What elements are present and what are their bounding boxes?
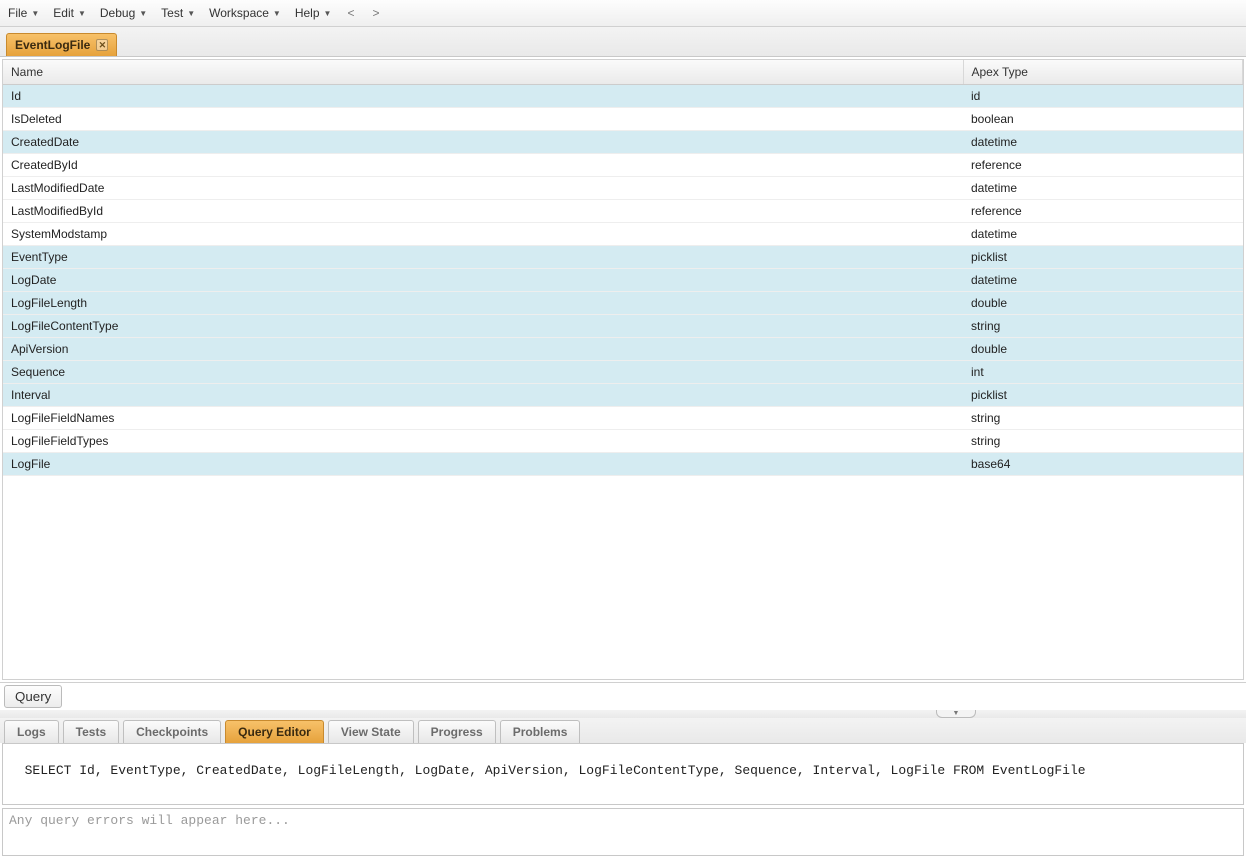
cell-name: Sequence: [3, 361, 963, 384]
chevron-down-icon: ▼: [78, 9, 86, 18]
chevron-down-icon: ▼: [324, 9, 332, 18]
menu-label: Debug: [100, 6, 135, 20]
table-row[interactable]: LogFilebase64: [3, 453, 1243, 476]
tab-tests[interactable]: Tests: [63, 720, 119, 743]
table-row[interactable]: LastModifiedByIdreference: [3, 200, 1243, 223]
menu-label: Workspace: [209, 6, 269, 20]
menu-workspace[interactable]: Workspace ▼: [209, 6, 281, 20]
cell-type: datetime: [963, 223, 1243, 246]
cell-type: id: [963, 85, 1243, 108]
tab-checkpoints[interactable]: Checkpoints: [123, 720, 221, 743]
table-row[interactable]: CreatedDatedatetime: [3, 131, 1243, 154]
cell-name: LogFile: [3, 453, 963, 476]
query-button-row: Query: [0, 682, 1246, 710]
menu-help[interactable]: Help ▼: [295, 6, 332, 20]
query-errors-panel: Any query errors will appear here...: [2, 808, 1244, 856]
cell-name: LogFileFieldTypes: [3, 430, 963, 453]
cell-type: reference: [963, 200, 1243, 223]
table-row[interactable]: LogFileLengthdouble: [3, 292, 1243, 315]
table-row[interactable]: ApiVersiondouble: [3, 338, 1243, 361]
tab-progress[interactable]: Progress: [418, 720, 496, 743]
chevron-down-icon: ▼: [31, 9, 39, 18]
close-icon[interactable]: ✕: [96, 39, 108, 51]
bottom-tabbar: LogsTestsCheckpointsQuery EditorView Sta…: [0, 718, 1246, 743]
menu-label: Help: [295, 6, 320, 20]
cell-type: reference: [963, 154, 1243, 177]
query-editor-textarea[interactable]: SELECT Id, EventType, CreatedDate, LogFi…: [2, 743, 1244, 805]
cell-name: IsDeleted: [3, 108, 963, 131]
nav-forward-button[interactable]: >: [370, 6, 381, 20]
table-row[interactable]: Idid: [3, 85, 1243, 108]
cell-name: CreatedById: [3, 154, 963, 177]
tab-query-editor[interactable]: Query Editor: [225, 720, 324, 743]
table-row[interactable]: LogFileContentTypestring: [3, 315, 1243, 338]
cell-type: datetime: [963, 269, 1243, 292]
cell-type: datetime: [963, 177, 1243, 200]
table-wrap: Name Apex Type IdidIsDeletedbooleanCreat…: [2, 59, 1244, 680]
cell-type: base64: [963, 453, 1243, 476]
cell-name: SystemModstamp: [3, 223, 963, 246]
nav-back-button[interactable]: <: [345, 6, 356, 20]
cell-name: EventType: [3, 246, 963, 269]
tab-view-state[interactable]: View State: [328, 720, 414, 743]
cell-type: string: [963, 407, 1243, 430]
col-header-name[interactable]: Name: [3, 60, 963, 85]
cell-type: boolean: [963, 108, 1243, 131]
table-row[interactable]: SystemModstampdatetime: [3, 223, 1243, 246]
menu-edit[interactable]: Edit ▼: [53, 6, 86, 20]
tab-problems[interactable]: Problems: [500, 720, 581, 743]
table-row[interactable]: LogFileFieldTypesstring: [3, 430, 1243, 453]
col-header-type[interactable]: Apex Type: [963, 60, 1243, 85]
table-row[interactable]: LastModifiedDatedatetime: [3, 177, 1243, 200]
cell-name: Id: [3, 85, 963, 108]
cell-name: LogDate: [3, 269, 963, 292]
fields-table: Name Apex Type IdidIsDeletedbooleanCreat…: [3, 60, 1243, 476]
cell-name: LastModifiedDate: [3, 177, 963, 200]
table-row[interactable]: LogFileFieldNamesstring: [3, 407, 1243, 430]
doc-tabbar: EventLogFile ✕: [0, 27, 1246, 57]
cell-name: CreatedDate: [3, 131, 963, 154]
menubar: File ▼ Edit ▼ Debug ▼ Test ▼ Workspace ▼ Help ▼ < >: [0, 0, 1246, 27]
doc-tab-eventlogfile[interactable]: EventLogFile ✕: [6, 33, 117, 56]
menu-label: File: [8, 6, 27, 20]
table-row[interactable]: LogDatedatetime: [3, 269, 1243, 292]
tab-logs[interactable]: Logs: [4, 720, 59, 743]
cell-name: LastModifiedById: [3, 200, 963, 223]
cell-type: picklist: [963, 246, 1243, 269]
table-row[interactable]: IsDeletedboolean: [3, 108, 1243, 131]
cell-name: Interval: [3, 384, 963, 407]
menu-label: Edit: [53, 6, 74, 20]
chevron-down-icon: ▼: [187, 9, 195, 18]
query-button[interactable]: Query: [4, 685, 62, 708]
cell-name: LogFileContentType: [3, 315, 963, 338]
chevron-down-icon: ▼: [273, 9, 281, 18]
table-row[interactable]: Sequenceint: [3, 361, 1243, 384]
doc-tab-label: EventLogFile: [15, 38, 90, 52]
cell-type: int: [963, 361, 1243, 384]
cell-name: ApiVersion: [3, 338, 963, 361]
cell-type: datetime: [963, 131, 1243, 154]
cell-type: picklist: [963, 384, 1243, 407]
menu-label: Test: [161, 6, 183, 20]
table-row[interactable]: CreatedByIdreference: [3, 154, 1243, 177]
cell-type: double: [963, 292, 1243, 315]
table-header-row: Name Apex Type: [3, 60, 1243, 85]
cell-name: LogFileLength: [3, 292, 963, 315]
cell-type: string: [963, 315, 1243, 338]
table-row[interactable]: EventTypepicklist: [3, 246, 1243, 269]
panel-collapse-handle[interactable]: ▼: [936, 710, 976, 718]
chevron-down-icon: ▼: [139, 9, 147, 18]
query-editor-text: SELECT Id, EventType, CreatedDate, LogFi…: [25, 763, 1086, 778]
menu-debug[interactable]: Debug ▼: [100, 6, 147, 20]
menu-test[interactable]: Test ▼: [161, 6, 195, 20]
errors-placeholder: Any query errors will appear here...: [9, 813, 290, 828]
table-row[interactable]: Intervalpicklist: [3, 384, 1243, 407]
cell-type: double: [963, 338, 1243, 361]
menu-file[interactable]: File ▼: [8, 6, 39, 20]
cell-name: LogFileFieldNames: [3, 407, 963, 430]
cell-type: string: [963, 430, 1243, 453]
